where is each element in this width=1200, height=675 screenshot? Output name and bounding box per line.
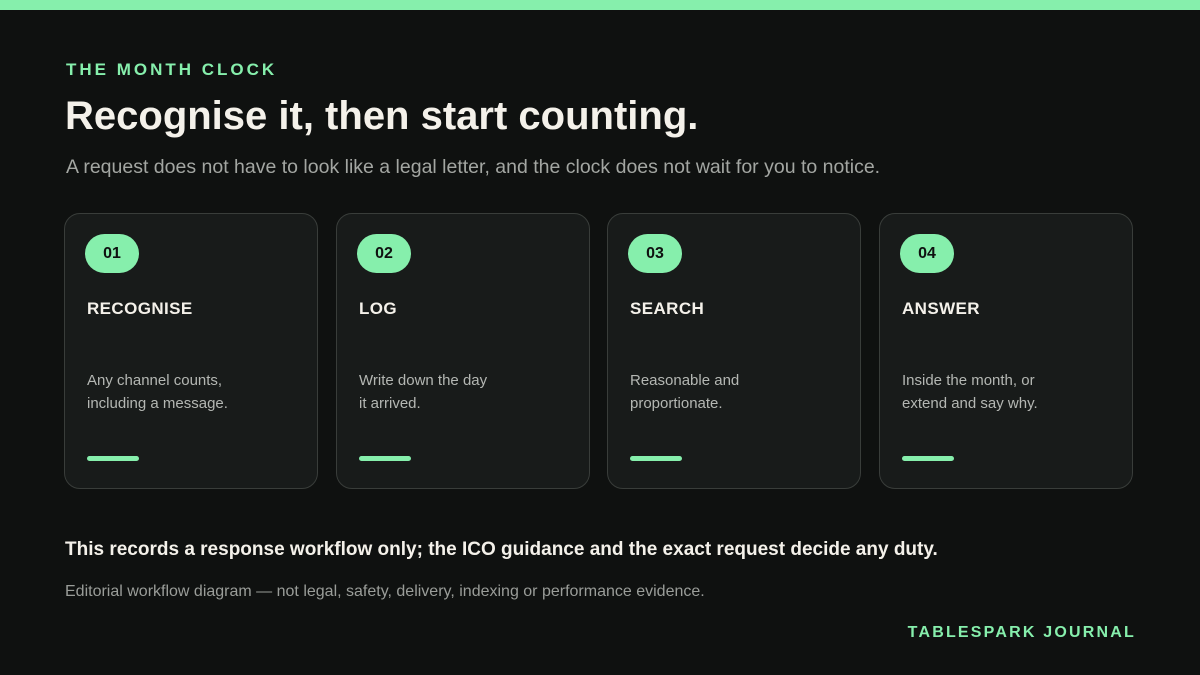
step-number-badge: 03 bbox=[628, 234, 682, 273]
step-accent-line bbox=[87, 456, 139, 461]
step-accent-line bbox=[359, 456, 411, 461]
page-subtitle: A request does not have to look like a l… bbox=[66, 156, 881, 178]
step-card-recognise: 01 RECOGNISE Any channel counts, includi… bbox=[64, 213, 318, 489]
step-title: LOG bbox=[359, 299, 398, 318]
step-accent-line bbox=[630, 456, 682, 461]
step-description: Reasonable and proportionate. bbox=[630, 372, 740, 412]
workflow-steps: 01 RECOGNISE Any channel counts, includi… bbox=[64, 213, 1136, 491]
step-title: RECOGNISE bbox=[87, 299, 193, 318]
step-accent-line bbox=[902, 456, 954, 461]
step-description: Any channel counts, including a message. bbox=[87, 372, 228, 412]
step-title: SEARCH bbox=[630, 299, 705, 318]
step-card-log: 02 LOG Write down the day it arrived. bbox=[336, 213, 590, 489]
step-description: Write down the day it arrived. bbox=[359, 372, 488, 412]
step-number-badge: 01 bbox=[85, 234, 139, 273]
step-title: ANSWER bbox=[902, 299, 980, 318]
top-accent-bar bbox=[0, 0, 1200, 10]
step-number-badge: 04 bbox=[900, 234, 954, 273]
step-description: Inside the month, or extend and say why. bbox=[902, 372, 1038, 412]
eyebrow-label: THE MONTH CLOCK bbox=[66, 60, 278, 79]
step-card-search: 03 SEARCH Reasonable and proportionate. bbox=[607, 213, 861, 489]
step-number-badge: 02 bbox=[357, 234, 411, 273]
brand-wordmark: TABLESPARK JOURNAL bbox=[907, 624, 1136, 641]
disclaimer: Editorial workflow diagram — not legal, … bbox=[65, 583, 705, 600]
step-card-answer: 04 ANSWER Inside the month, or extend an… bbox=[879, 213, 1133, 489]
page-title: Recognise it, then start counting. bbox=[65, 94, 699, 138]
scope-note: This records a response workflow only; t… bbox=[65, 539, 938, 560]
